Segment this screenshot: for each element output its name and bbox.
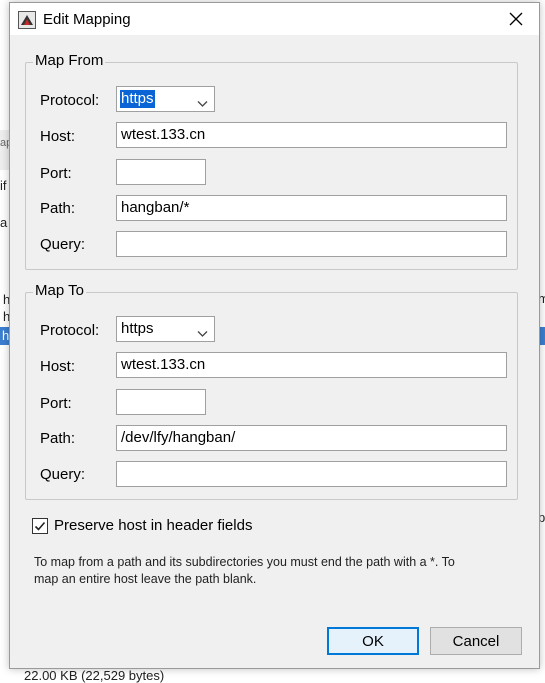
- from-port-field[interactable]: [116, 159, 206, 185]
- to-path-label: Path:: [40, 430, 76, 447]
- ok-button[interactable]: OK: [327, 627, 419, 655]
- from-query-label: Query:: [40, 236, 86, 253]
- from-path-field[interactable]: hangban/*: [116, 195, 507, 221]
- map-from-legend: Map From: [33, 52, 106, 69]
- chevron-down-icon: [197, 325, 208, 337]
- background-text-fragment: a: [0, 215, 8, 230]
- map-from-group: Map From Protocol: https Host: wtest.133…: [25, 52, 518, 270]
- from-protocol-label: Protocol:: [40, 92, 100, 109]
- to-port-field[interactable]: [116, 389, 206, 415]
- help-text-line-1: To map from a path and its subdirectorie…: [34, 555, 455, 569]
- from-port-label: Port:: [40, 165, 72, 182]
- help-text-line-2: map an entire host leave the path blank.: [34, 572, 257, 586]
- to-port-label: Port:: [40, 395, 72, 412]
- to-host-label: Host:: [40, 358, 76, 375]
- to-protocol-label: Protocol:: [40, 322, 100, 339]
- to-protocol-value: https: [121, 320, 154, 337]
- to-protocol-select[interactable]: https: [116, 316, 215, 342]
- from-host-field[interactable]: wtest.133.cn: [116, 122, 507, 148]
- checkmark-icon: [34, 521, 46, 531]
- charles-app-icon: [18, 11, 36, 29]
- from-protocol-select[interactable]: https: [116, 86, 215, 112]
- to-host-field[interactable]: wtest.133.cn: [116, 352, 507, 378]
- dialog-title: Edit Mapping: [43, 11, 131, 28]
- preserve-host-label[interactable]: Preserve host in header fields: [54, 517, 252, 534]
- to-path-field[interactable]: /dev/lfy/hangban/: [116, 425, 507, 451]
- from-query-field[interactable]: [116, 231, 507, 257]
- from-path-label: Path:: [40, 200, 76, 217]
- title-bar[interactable]: Edit Mapping: [10, 3, 539, 35]
- to-query-field[interactable]: [116, 461, 507, 487]
- from-protocol-value: https: [120, 90, 155, 108]
- map-to-legend: Map To: [33, 282, 86, 299]
- to-query-label: Query:: [40, 466, 86, 483]
- from-host-label: Host:: [40, 128, 76, 145]
- cancel-button[interactable]: Cancel: [430, 627, 522, 655]
- chevron-down-icon: [197, 95, 208, 107]
- edit-mapping-dialog: Edit Mapping Map From Protocol: https Ho…: [9, 2, 540, 669]
- map-to-group: Map To Protocol: https Host: wtest.133.c…: [25, 282, 518, 500]
- background-text-fragment: if: [0, 178, 7, 193]
- help-text: To map from a path and its subdirectorie…: [34, 554, 524, 588]
- close-icon[interactable]: [493, 3, 539, 35]
- preserve-host-checkbox[interactable]: [32, 518, 48, 534]
- background-status-text: 22.00 KB (22,529 bytes): [24, 668, 165, 683]
- dialog-body: Map From Protocol: https Host: wtest.133…: [10, 35, 539, 668]
- background-selected-row: [540, 327, 545, 345]
